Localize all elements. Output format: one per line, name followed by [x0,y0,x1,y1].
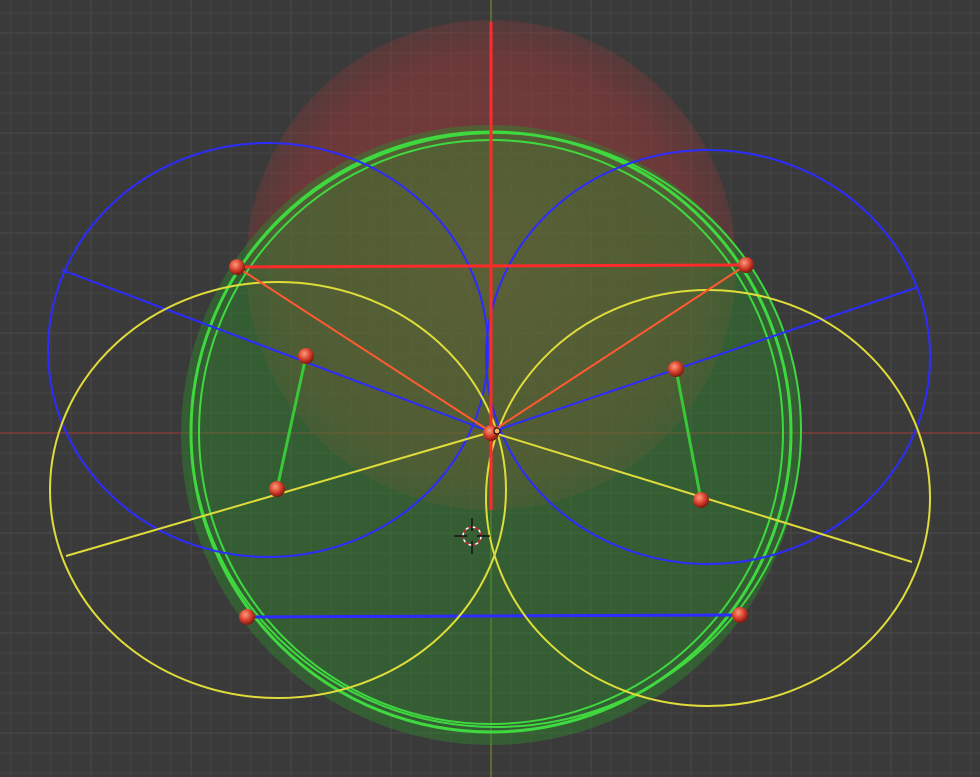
sphere-joint-icon[interactable] [298,348,314,364]
origin-icon[interactable] [493,427,501,435]
sphere-joint-icon[interactable] [668,361,684,377]
sphere-joint-icon[interactable] [693,492,709,508]
viewport-scene[interactable] [0,0,980,777]
blue-bottom-bar[interactable] [239,613,743,619]
3d-viewport[interactable] [0,0,980,777]
sphere-joint-icon[interactable] [269,481,285,497]
sphere-joint-icon[interactable] [738,257,754,273]
red-top-bar[interactable] [236,263,747,269]
sphere-joint-icon[interactable] [239,609,255,625]
sphere-joint-icon[interactable] [229,259,245,275]
sphere-joint-icon[interactable] [732,607,748,623]
